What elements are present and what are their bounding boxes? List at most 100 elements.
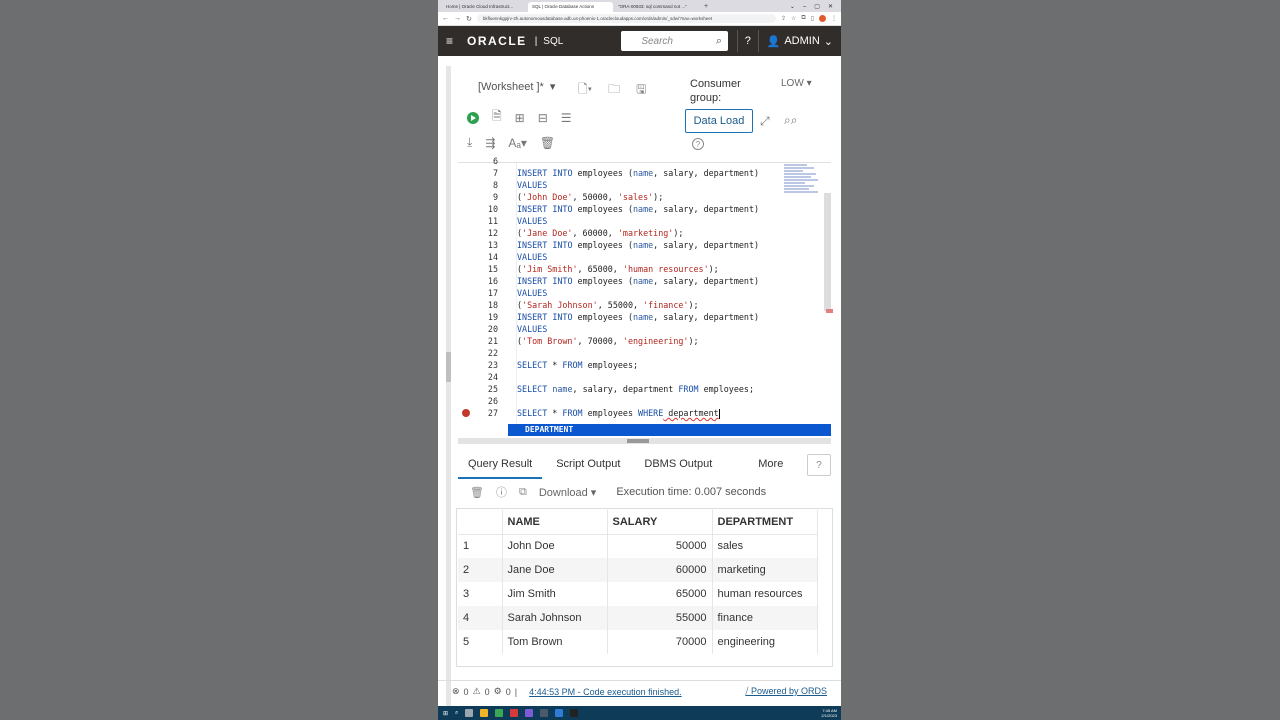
download-icon[interactable]: ⤓ [467, 135, 472, 150]
code-line[interactable]: VALUES [517, 323, 547, 335]
table-cell-dept[interactable]: finance [712, 606, 818, 630]
expand-icon[interactable]: ⤢ [760, 114, 770, 129]
save-icon[interactable]: 🖫 [636, 80, 646, 101]
run-script-icon[interactable]: 🗎 [492, 107, 502, 128]
splitter-handle-icon[interactable] [627, 439, 649, 443]
app-icon-purple[interactable] [525, 709, 534, 717]
system-clock[interactable]: 7:45 AM 2/1/2023 [821, 708, 841, 718]
sql-history-icon[interactable]: ☰ [561, 111, 572, 125]
url-field[interactable]: bkfluennkgpjrv-2h.autonomousdatabase.adb… [476, 14, 776, 23]
hamburger-menu-icon[interactable]: ≡ [446, 34, 453, 48]
warning-icon[interactable]: ⚠ [473, 686, 481, 697]
app-icon-grey[interactable] [540, 709, 549, 717]
chevron-down-icon[interactable]: ⌄ [790, 2, 795, 12]
navigator-collapsed-panel[interactable] [446, 66, 451, 706]
table-cell-salary[interactable]: 50000 [607, 534, 713, 558]
code-line[interactable]: ('Jim Smith', 65000, 'human resources'); [517, 263, 719, 275]
oracle-logo[interactable]: ORACLE [467, 34, 527, 48]
terminal-icon[interactable] [570, 709, 579, 717]
tab-dbms-output[interactable]: DBMS Output [634, 451, 722, 479]
code-line[interactable]: VALUES [517, 287, 547, 299]
clear-results-icon[interactable]: 🗑 [470, 486, 484, 499]
table-cell-name[interactable]: Jane Doe [502, 558, 608, 582]
help-circle-icon[interactable]: ? [692, 138, 704, 150]
column-header-department[interactable]: DEPARTMENT [712, 510, 818, 535]
table-row[interactable]: 1 John Doe 50000 sales [458, 534, 818, 558]
table-cell-n[interactable]: 5 [458, 630, 503, 654]
table-row[interactable]: 3 Jim Smith 65000 human resources [458, 582, 818, 606]
browser-menu-icon[interactable]: ⋮ [831, 15, 837, 22]
app-icon-red[interactable] [510, 709, 519, 717]
code-line[interactable]: INSERT INTO employees (name, salary, dep… [517, 239, 759, 251]
search-icon[interactable]: ⌕ [716, 35, 722, 48]
browser-tab-ora-error[interactable]: "ORA-00933: sql command not ..." [614, 2, 699, 12]
data-load-button[interactable]: Data Load [685, 109, 753, 133]
new-tab-icon[interactable]: + [700, 2, 712, 12]
reload-icon[interactable]: ↻ [466, 15, 472, 23]
autocomplete-suggestion[interactable]: DEPARTMENT [508, 424, 831, 436]
code-line[interactable]: VALUES [517, 215, 547, 227]
file-explorer-icon[interactable] [480, 709, 489, 717]
table-cell-salary[interactable]: 60000 [607, 558, 713, 582]
code-editor[interactable]: 6 7 8 9 10 11 12 13 14 15 16 17 18 19 20 21 22 23 24 25 26 27… [458, 156, 833, 425]
bookmark-star-icon[interactable]: ☆ [791, 15, 796, 22]
code-line[interactable]: ('Sarah Johnson', 55000, 'finance'); [517, 299, 699, 311]
explain-plan-icon[interactable]: ⊞ [515, 111, 525, 125]
profile-avatar[interactable] [819, 15, 826, 22]
editor-scrollbar[interactable] [824, 193, 831, 311]
table-cell-name[interactable]: Sarah Johnson [502, 606, 608, 630]
windows-start-icon[interactable]: ⊞ [443, 710, 448, 717]
execution-status-link[interactable]: 4:44:53 PM - Code execution finished. [529, 687, 682, 697]
table-cell-salary[interactable]: 65000 [607, 582, 713, 606]
breakpoint-icon[interactable] [462, 409, 470, 417]
forward-icon[interactable]: → [454, 15, 461, 22]
table-cell-dept[interactable]: human resources [712, 582, 818, 606]
info-icon[interactable]: ⓘ [496, 484, 507, 500]
search-input[interactable]: Search ⌕ [621, 31, 729, 51]
task-view-icon[interactable] [465, 709, 474, 717]
tab-query-result[interactable]: Query Result [458, 451, 543, 479]
code-line[interactable]: VALUES [517, 251, 547, 263]
table-row[interactable]: 4 Sarah Johnson 55000 finance [458, 606, 818, 630]
open-external-icon[interactable]: ⧉ [519, 486, 527, 499]
back-icon[interactable]: ← [442, 15, 449, 22]
table-cell-n[interactable]: 3 [458, 582, 503, 606]
table-cell-n[interactable]: 2 [458, 558, 503, 582]
user-menu[interactable]: 👤 ADMIN ⌄ [767, 35, 833, 48]
code-line[interactable]: SELECT * FROM employees WHERE department [517, 407, 720, 419]
vscode-icon[interactable] [555, 709, 564, 717]
browser-tab-oci[interactable]: Home | Oracle Cloud Infrastruct... [442, 2, 527, 12]
run-statement-icon[interactable] [467, 111, 479, 124]
search-icon[interactable]: ⌕ [455, 710, 458, 717]
trash-icon[interactable]: 🗑 [540, 136, 555, 150]
code-line[interactable]: VALUES [517, 179, 547, 191]
share-icon[interactable]: ⇪ [781, 15, 786, 22]
column-header-name[interactable]: NAME [502, 510, 608, 535]
table-cell-name[interactable]: John Doe [502, 534, 608, 558]
close-icon[interactable]: ✕ [828, 2, 833, 12]
sidebar-icon[interactable]: ▯ [811, 15, 814, 22]
minimize-icon[interactable]: – [803, 2, 806, 12]
open-folder-icon[interactable]: 🗀 [608, 80, 620, 101]
format-icon[interactable]: ⇶ [485, 136, 495, 150]
autotrace-icon[interactable]: ⊟ [538, 111, 548, 125]
error-icon[interactable]: ⊗ [452, 686, 460, 697]
extensions-icon[interactable]: ⧉ [801, 15, 805, 22]
table-cell-dept[interactable]: engineering [712, 630, 818, 654]
code-line[interactable]: SELECT name, salary, department FROM emp… [517, 383, 754, 395]
code-line[interactable]: INSERT INTO employees (name, salary, dep… [517, 275, 759, 287]
results-help-icon[interactable]: ? [807, 454, 831, 476]
download-menu[interactable]: Download ▾ [539, 486, 597, 499]
consumer-group-select[interactable]: LOW ▾ [781, 78, 812, 89]
maximize-icon[interactable]: ▢ [814, 2, 820, 12]
table-cell-name[interactable]: Tom Brown [502, 630, 608, 654]
code-line[interactable]: SELECT * FROM employees; [517, 359, 638, 371]
code-line[interactable]: INSERT INTO employees (name, salary, dep… [517, 203, 759, 215]
table-cell-salary[interactable]: 55000 [607, 606, 713, 630]
navigator-drag-handle[interactable] [446, 352, 451, 382]
table-row[interactable]: 5 Tom Brown 70000 engineering [458, 630, 818, 654]
chrome-icon[interactable] [495, 709, 504, 717]
help-icon[interactable]: ? [737, 30, 759, 52]
code-line[interactable]: ('Jane Doe', 60000, 'marketing'); [517, 227, 683, 239]
code-line[interactable]: ('Tom Brown', 70000, 'engineering'); [517, 335, 699, 347]
